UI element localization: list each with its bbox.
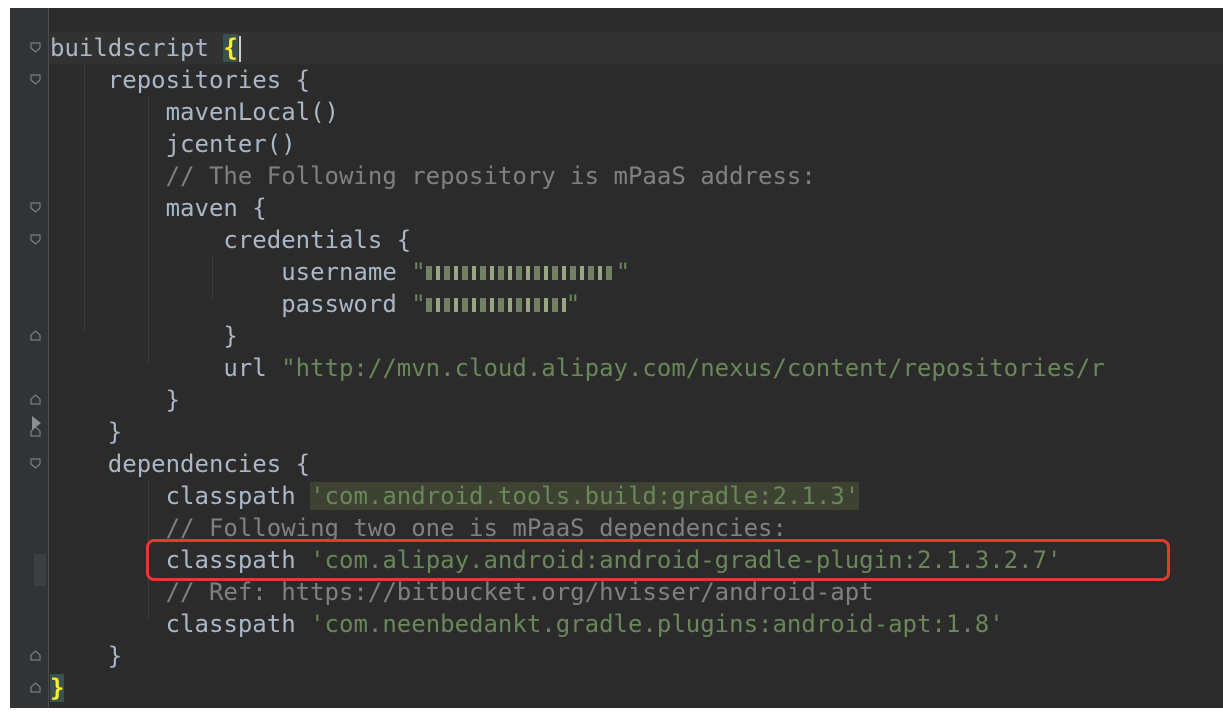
code-token: classpath	[50, 610, 311, 638]
fold-close-icon[interactable]	[30, 650, 41, 661]
indent-guide	[148, 96, 149, 364]
code-token: maven {	[50, 194, 267, 222]
code-line[interactable]: username " "	[50, 256, 630, 288]
code-token: // Ref: https://bitbucket.org/hvisser/an…	[50, 578, 874, 606]
code-token: url	[50, 354, 282, 382]
text-cursor	[238, 36, 241, 62]
code-line[interactable]: }	[50, 416, 122, 448]
code-token: classpath	[50, 482, 311, 510]
code-token: repositories {	[50, 66, 311, 94]
code-token: jcenter()	[50, 130, 296, 158]
code-line[interactable]: }	[50, 640, 122, 672]
bookmark-arrow-icon	[32, 416, 41, 430]
code-token: credentials {	[50, 226, 412, 254]
indent-guide	[212, 256, 213, 300]
code-line[interactable]: classpath 'com.android.tools.build:gradl…	[50, 480, 860, 512]
code-line[interactable]: buildscript {	[50, 32, 241, 64]
code-line[interactable]: }	[50, 672, 65, 704]
code-line[interactable]: // The Following repository is mPaaS add…	[50, 160, 816, 192]
code-token: }	[50, 386, 181, 414]
fold-open-icon[interactable]	[30, 74, 41, 85]
fold-close-icon[interactable]	[30, 394, 41, 405]
code-line[interactable]: maven {	[50, 192, 267, 224]
code-token: }	[50, 322, 238, 350]
code-line[interactable]: }	[50, 320, 238, 352]
code-token: "http://mvn.cloud.alipay.com/nexus/conte…	[281, 354, 1105, 382]
code-line[interactable]: credentials {	[50, 224, 411, 256]
code-token: "	[411, 290, 426, 318]
code-token: buildscript	[50, 34, 224, 62]
code-line[interactable]: dependencies {	[50, 448, 310, 480]
code-token: "	[615, 258, 631, 286]
fold-close-icon[interactable]	[30, 330, 41, 341]
code-token: 'com.neenbedankt.gradle.plugins:android-…	[310, 610, 1004, 638]
code-token: mavenLocal()	[50, 98, 339, 126]
fold-open-icon[interactable]	[30, 202, 41, 213]
code-line[interactable]: classpath 'com.neenbedankt.gradle.plugin…	[50, 608, 1004, 640]
code-token: 'com.android.tools.build:gradle:2.1.3'	[310, 482, 860, 510]
code-line[interactable]: mavenLocal()	[50, 96, 339, 128]
fold-open-icon[interactable]	[30, 458, 41, 469]
indent-guide	[84, 64, 85, 332]
fold-open-icon[interactable]	[30, 234, 41, 245]
code-token: }	[50, 642, 123, 670]
annotation-highlight-box	[146, 539, 1170, 581]
code-line[interactable]: }	[50, 384, 180, 416]
code-line[interactable]: password " "	[50, 288, 580, 320]
code-token: }	[50, 674, 65, 702]
code-token: password	[50, 290, 412, 318]
fold-open-icon[interactable]	[30, 42, 41, 53]
redacted-value	[425, 266, 616, 280]
code-token: username	[50, 258, 412, 286]
code-line[interactable]: url "http://mvn.cloud.alipay.com/nexus/c…	[50, 352, 1105, 384]
code-line[interactable]: jcenter()	[50, 128, 296, 160]
code-token: "	[411, 258, 426, 286]
code-token: // Following two one is mPaaS dependenci…	[50, 514, 787, 542]
change-marker	[34, 554, 46, 586]
code-editor[interactable]: buildscript { repositories { mavenLocal(…	[10, 8, 1223, 708]
code-line[interactable]: repositories {	[50, 64, 310, 96]
code-token: dependencies {	[50, 450, 311, 478]
screenshot-frame: buildscript { repositories { mavenLocal(…	[0, 0, 1223, 716]
code-token: {	[223, 34, 238, 62]
code-token: // The Following repository is mPaaS add…	[50, 162, 816, 190]
code-token: }	[50, 418, 123, 446]
editor-gutter	[10, 8, 49, 708]
redacted-value	[425, 298, 566, 312]
code-token: "	[565, 290, 581, 318]
fold-close-icon[interactable]	[30, 682, 41, 693]
